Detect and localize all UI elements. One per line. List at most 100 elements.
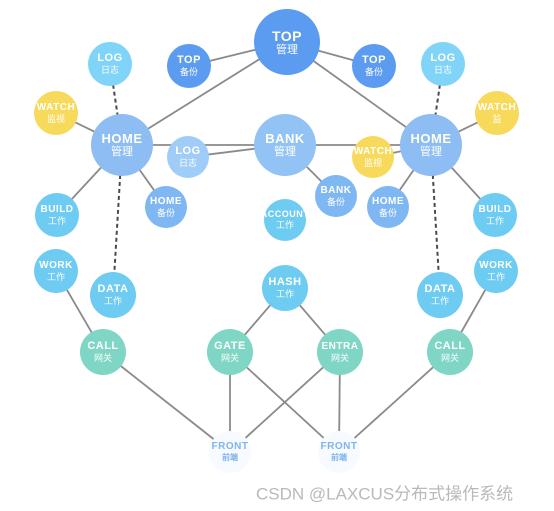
node-label-en: WORK xyxy=(479,259,513,271)
graph-node-hash[interactable]: HASH 工作 xyxy=(262,265,308,311)
node-label-en: GATE xyxy=(214,340,246,352)
node-label-cn: 管理 xyxy=(420,146,442,158)
node-label-en: FRONT xyxy=(211,441,249,452)
node-label-cn: 工作 xyxy=(103,296,122,306)
node-label-en: TOP xyxy=(271,27,303,44)
node-label-cn: 备份 xyxy=(364,67,383,77)
node-label-en: HOME xyxy=(101,131,143,146)
node-label-en: LOG xyxy=(97,52,123,64)
node-label-cn: 备份 xyxy=(378,207,397,218)
graph-node-call_r[interactable]: CALL 网关 xyxy=(427,329,473,375)
node-label-cn: 监 xyxy=(492,113,502,124)
graph-node-build_l[interactable]: BUILD 工作 xyxy=(35,193,79,237)
graph-node-work_r[interactable]: WORK 工作 xyxy=(474,249,518,293)
graph-node-data_r[interactable]: DATA 工作 xyxy=(417,272,463,318)
graph-node-build_r[interactable]: BUILD 工作 xyxy=(473,193,517,237)
graph-node-account[interactable]: ACCOUNT 工作 xyxy=(261,199,309,241)
node-label-en: LOG xyxy=(175,145,201,157)
graph-node-top[interactable]: TOP 管理 xyxy=(254,9,320,75)
node-label-cn: 工作 xyxy=(430,296,449,306)
graph-node-home_r[interactable]: HOME 管理 xyxy=(400,114,462,176)
graph-edge xyxy=(243,304,272,336)
graph-edge xyxy=(450,166,482,201)
node-label-en: WATCH xyxy=(477,101,517,113)
graph-edge xyxy=(317,49,354,62)
graph-edge xyxy=(112,84,119,116)
node-label-en: BANK xyxy=(320,184,352,196)
graph-node-watch_mid[interactable]: WATCH 监视 xyxy=(352,136,394,178)
graph-node-top_bak_r[interactable]: TOP 备份 xyxy=(352,44,396,88)
node-label-en: TOP xyxy=(362,54,386,66)
node-label-en: BANK xyxy=(265,131,305,146)
node-label-en: LOG xyxy=(430,52,456,64)
node-label-en: WATCH xyxy=(353,145,393,157)
node-label-cn: 网关 xyxy=(440,353,459,363)
graph-edge xyxy=(119,364,215,441)
node-label-cn: 工作 xyxy=(275,289,294,299)
node-label-cn: 日志 xyxy=(433,65,452,75)
node-label-cn: 备份 xyxy=(156,207,175,218)
graph-node-work_l[interactable]: WORK 工作 xyxy=(34,249,78,293)
node-label-cn: 工作 xyxy=(47,215,66,226)
node-label-en: HOME xyxy=(372,195,404,207)
graph-node-home_bak_l[interactable]: HOME 备份 xyxy=(145,186,187,228)
graph-edge xyxy=(209,48,257,62)
graph-edge xyxy=(207,147,256,156)
node-label-en: CALL xyxy=(434,340,466,352)
graph-edge xyxy=(74,121,96,133)
node-label-cn: 监视 xyxy=(363,157,382,168)
node-label-cn: 管理 xyxy=(276,43,298,56)
node-label-en: WATCH xyxy=(36,101,76,113)
node-label-cn: 监视 xyxy=(46,113,65,124)
node-label-en: BUILD xyxy=(40,203,74,215)
node-label-en: ACCOUNT xyxy=(260,209,310,219)
graph-edge xyxy=(138,168,156,192)
graph-edge xyxy=(70,166,103,201)
graph-edge xyxy=(434,84,441,116)
graph-node-front_l[interactable]: FRONT 前端 xyxy=(209,431,251,473)
graph-node-log_mid[interactable]: LOG 日志 xyxy=(167,136,209,178)
graph-node-bank_bak[interactable]: BANK 备份 xyxy=(315,175,357,217)
graph-edge xyxy=(398,169,415,192)
graph-edge xyxy=(65,288,93,334)
node-label-en: HOME xyxy=(150,195,182,207)
graph-edges-layer xyxy=(65,48,487,441)
node-label-cn: 日志 xyxy=(178,158,197,168)
graph-node-top_bak_l[interactable]: TOP 备份 xyxy=(167,44,211,88)
graph-node-front_r[interactable]: FRONT 前端 xyxy=(318,431,360,473)
graph-edge xyxy=(305,165,323,183)
node-label-en: DATA xyxy=(97,283,129,295)
graph-node-bank[interactable]: BANK 管理 xyxy=(254,114,316,176)
node-label-cn: 工作 xyxy=(486,271,505,282)
node-label-en: HASH xyxy=(268,276,302,288)
node-label-en: TOP xyxy=(177,54,201,66)
node-label-cn: 前端 xyxy=(331,453,347,462)
graph-node-home_bak_r[interactable]: HOME 备份 xyxy=(367,186,409,228)
watermark-text: CSDN @LAXCUS分布式操作系统 xyxy=(256,484,514,504)
graph-edge xyxy=(298,304,327,336)
graph-node-log_r[interactable]: LOG 日志 xyxy=(421,42,465,86)
node-label-en: BUILD xyxy=(478,203,512,215)
graph-edge xyxy=(431,174,440,274)
graph-node-log_l[interactable]: LOG 日志 xyxy=(88,42,132,86)
graph-node-entra[interactable]: ENTRA 网关 xyxy=(317,329,363,375)
node-label-en: DATA xyxy=(424,283,456,295)
graph-edge xyxy=(460,288,487,334)
graph-edge xyxy=(457,121,479,133)
node-label-cn: 日志 xyxy=(100,65,119,75)
graph-node-home_l[interactable]: HOME 管理 xyxy=(91,114,153,176)
graph-edge xyxy=(113,174,122,274)
node-label-cn: 前端 xyxy=(222,453,238,462)
node-label-cn: 网关 xyxy=(220,353,239,363)
node-label-en: ENTRA xyxy=(321,340,359,352)
network-diagram-canvas: TOP 管理 TOP 备份 TOP 备份 LOG 日志 LOG 日志 WATCH 监视 WATCH 监 HO… xyxy=(0,0,554,511)
graph-edge xyxy=(338,373,341,433)
graph-edge xyxy=(353,366,435,440)
graph-node-watch_l[interactable]: WATCH 监视 xyxy=(34,91,78,135)
graph-node-gate[interactable]: GATE 网关 xyxy=(207,329,253,375)
node-label-cn: 工作 xyxy=(46,271,65,282)
graph-node-call_l[interactable]: CALL 网关 xyxy=(80,329,126,375)
node-label-en: HOME xyxy=(410,131,452,146)
graph-node-data_l[interactable]: DATA 工作 xyxy=(90,272,136,318)
graph-node-watch_r[interactable]: WATCH 监 xyxy=(475,91,519,135)
